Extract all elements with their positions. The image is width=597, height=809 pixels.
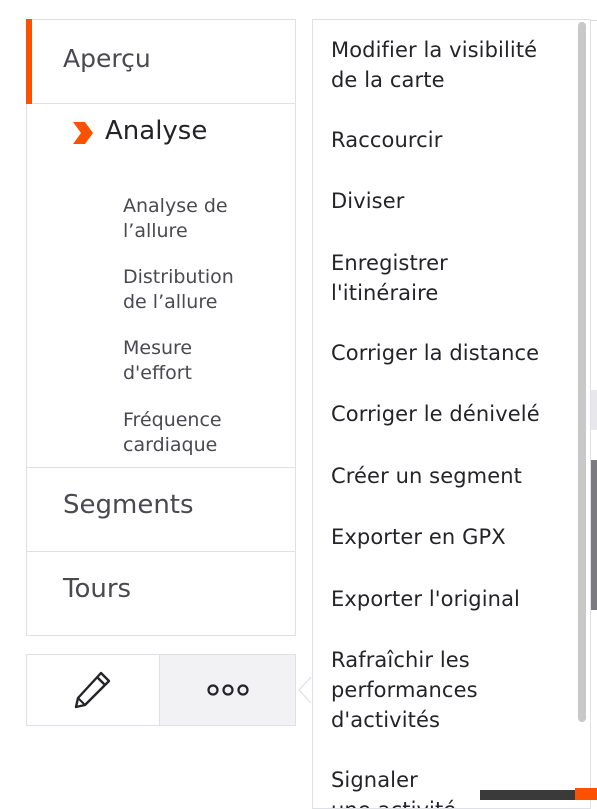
background-accent — [575, 788, 597, 800]
background-photo-strip — [480, 790, 575, 800]
menu-item-save-route[interactable]: Enregistrer l'itinéraire — [331, 248, 571, 308]
chevron-right-icon — [73, 122, 93, 144]
more-actions-menu: Modifier la visibilité de la carte Racco… — [312, 19, 591, 809]
menu-item-label: Modifier la visibilité — [331, 38, 538, 62]
menu-item-refresh-achievements[interactable]: Rafraîchir les performances d'activités — [331, 645, 571, 735]
subitem-label: d'effort — [123, 362, 192, 384]
nav-item-analysis-label: Analyse — [105, 116, 208, 146]
subitem-label: cardiaque — [123, 434, 218, 456]
menu-item-label: Enregistrer — [331, 251, 448, 275]
menu-item-label: Rafraîchir les — [331, 648, 470, 672]
activity-nav-panel: Aperçu Analyse Analyse de l’allure Distr… — [26, 19, 296, 636]
menu-item-flag-activity[interactable]: Signaler une activité — [331, 765, 571, 808]
menu-item-label: d'activités — [331, 708, 441, 732]
more-actions-button[interactable] — [160, 654, 296, 726]
menu-item-create-segment[interactable]: Créer un segment — [331, 461, 571, 491]
menu-item-correct-elevation[interactable]: Corriger le dénivelé — [331, 399, 571, 429]
background-photo — [591, 460, 597, 610]
nav-item-overview-label: Aperçu — [63, 44, 151, 73]
menu-item-correct-distance[interactable]: Corriger la distance — [331, 338, 571, 368]
menu-item-label: Exporter en GPX — [331, 525, 506, 549]
subitem-label: l’allure — [123, 220, 188, 242]
menu-item-label: performances — [331, 678, 478, 702]
nav-subitem-relative-effort[interactable]: Mesure d'effort — [123, 336, 283, 386]
menu-item-crop[interactable]: Raccourcir — [331, 125, 571, 155]
active-indicator — [26, 19, 32, 104]
menu-item-export-original[interactable]: Exporter l'original — [331, 584, 571, 614]
nav-subitem-pace-distribution[interactable]: Distribution de l’allure — [123, 265, 283, 315]
background-divider — [591, 20, 597, 21]
subitem-label: Analyse de — [123, 195, 228, 217]
nav-item-laps-label: Tours — [63, 574, 132, 604]
menu-item-label: Corriger la distance — [331, 341, 540, 365]
menu-scrollbar[interactable] — [578, 22, 586, 722]
subitem-label: de l’allure — [123, 291, 218, 313]
pencil-icon — [74, 671, 111, 709]
menu-item-split[interactable]: Diviser — [331, 186, 571, 216]
edit-activity-button[interactable] — [26, 654, 160, 726]
nav-item-segments[interactable]: Segments — [27, 468, 295, 552]
subitem-label: Fréquence — [123, 409, 222, 431]
subitem-label: Mesure — [123, 337, 193, 359]
nav-item-laps[interactable]: Tours — [27, 552, 295, 636]
nav-subitem-heart-rate[interactable]: Fréquence cardiaque — [123, 408, 283, 458]
menu-item-label: Corriger le dénivelé — [331, 402, 540, 426]
menu-item-label: Raccourcir — [331, 128, 443, 152]
menu-item-export-gpx[interactable]: Exporter en GPX — [331, 522, 571, 552]
nav-item-overview[interactable]: Aperçu — [26, 19, 295, 104]
menu-item-edit-map-visibility[interactable]: Modifier la visibilité de la carte — [331, 35, 571, 95]
subitem-label: Distribution — [123, 266, 234, 288]
nav-item-segments-label: Segments — [63, 490, 194, 520]
menu-item-label: l'itinéraire — [331, 281, 439, 305]
nav-subitem-pace-analysis[interactable]: Analyse de l’allure — [123, 194, 283, 244]
menu-item-label: Diviser — [331, 189, 405, 213]
more-horizontal-icon — [206, 684, 249, 696]
menu-item-label: de la carte — [331, 68, 445, 92]
nav-item-analysis[interactable]: Analyse Analyse de l’allure Distribution… — [27, 104, 295, 468]
menu-item-label: Exporter l'original — [331, 587, 520, 611]
menu-item-label: Créer un segment — [331, 464, 522, 488]
background-block — [591, 390, 597, 430]
menu-caret — [298, 676, 312, 704]
